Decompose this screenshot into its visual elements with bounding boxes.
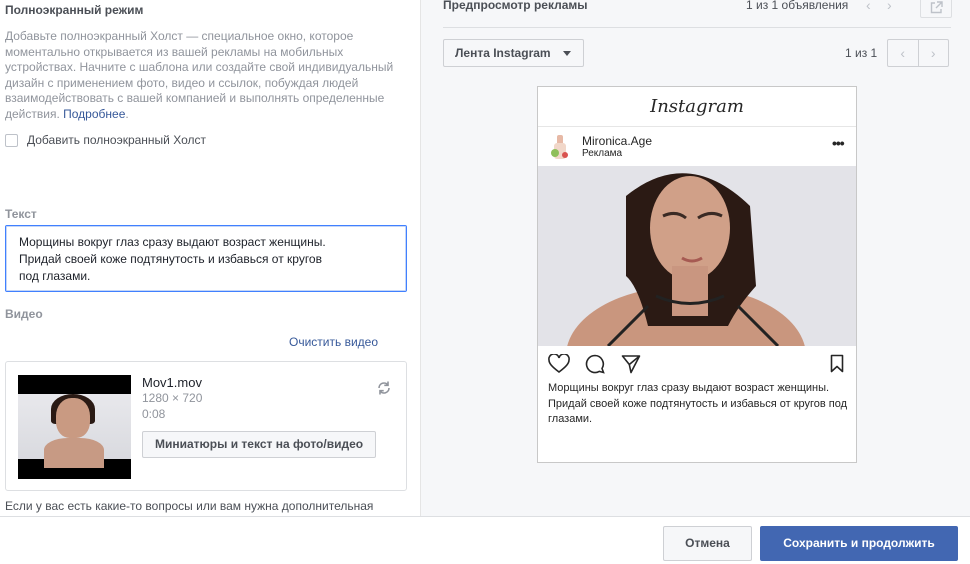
instagram-preview: Instagram Mironica.Age Реклама ••• Морщи… [537,86,857,463]
next-preview-button[interactable]: › [919,40,949,66]
add-canvas-label[interactable]: Добавить полноэкранный Холст [27,133,206,147]
prev-ad-chevron-icon[interactable]: ‹ [866,0,871,13]
add-canvas-checkbox[interactable] [5,133,18,147]
thumbnails-text-button[interactable]: Миниатюры и текст на фото/видео [142,431,377,458]
placement-dropdown-label: Лента Instagram [455,46,551,60]
thumbnail-face [56,398,90,438]
fullscreen-title: Полноэкранный режим [5,3,144,17]
bookmark-icon[interactable] [830,354,844,373]
ig-sponsored-label: Реклама [582,148,623,159]
video-duration: 0:08 [142,407,166,421]
video-label: Видео [5,307,43,321]
ig-actions-bar [548,354,848,374]
ig-username: Mironica.Age [582,134,653,148]
instagram-logo: Instagram [538,87,856,127]
fullscreen-description: Добавьте полноэкранный Холст — специальн… [5,29,394,121]
preview-pager: ‹ › [887,39,949,67]
ad-text-input[interactable]: Морщины вокруг глаз сразу выдают возраст… [5,225,407,292]
thumbnail-shoulders [44,438,104,468]
ads-count: 1 из 1 объявления [746,0,849,12]
cancel-button[interactable]: Отмена [663,526,752,561]
preview-title: Предпросмотр рекламы [443,0,588,12]
text-label: Текст [5,207,37,221]
preview-page-count: 1 из 1 [845,46,878,60]
thumbnail-frame [18,394,131,468]
replace-video-icon[interactable] [376,380,392,396]
ig-video-frame [538,166,856,346]
placement-dropdown[interactable]: Лента Instagram [443,39,584,67]
ad-text-line: Придай своей коже подтянутость и избавьс… [19,252,322,266]
ad-text-line: под глазами. [19,269,91,283]
divider [443,27,951,28]
ad-settings-panel: Полноэкранный режим Добавьте полноэкранн… [0,0,420,516]
profile-avatar [548,133,572,161]
video-file-name: Mov1.mov [142,375,202,390]
video-card: Mov1.mov 1280 × 720 0:08 Миниатюры и тек… [5,361,407,491]
external-link-icon [930,1,943,14]
comment-icon[interactable] [585,354,605,374]
ig-caption: Морщины вокруг глаз сразу выдают возраст… [548,382,848,425]
prev-preview-button[interactable]: ‹ [888,40,919,66]
ad-text-line: Морщины вокруг глаз сразу выдают возраст… [19,235,326,249]
more-options-icon[interactable]: ••• [832,135,845,151]
caret-down-icon [563,51,571,56]
open-preview-button[interactable] [920,0,952,18]
heart-icon[interactable] [548,354,570,374]
clear-video-link[interactable]: Очистить видео [289,335,378,349]
learn-more-link[interactable]: Подробнее [63,107,125,121]
next-ad-chevron-icon[interactable]: › [887,0,892,13]
ad-preview-panel: Предпросмотр рекламы 1 из 1 объявления ‹… [420,0,970,516]
footer-bar: Отмена Сохранить и продолжить [0,516,970,564]
save-continue-button[interactable]: Сохранить и продолжить [760,526,958,561]
video-dimensions: 1280 × 720 [142,391,203,405]
add-canvas-row[interactable]: Добавить полноэкранный Холст [5,133,206,147]
share-icon[interactable] [621,354,641,374]
video-thumbnail[interactable] [18,375,131,479]
help-text: Если у вас есть какие-то вопросы или вам… [5,499,374,513]
